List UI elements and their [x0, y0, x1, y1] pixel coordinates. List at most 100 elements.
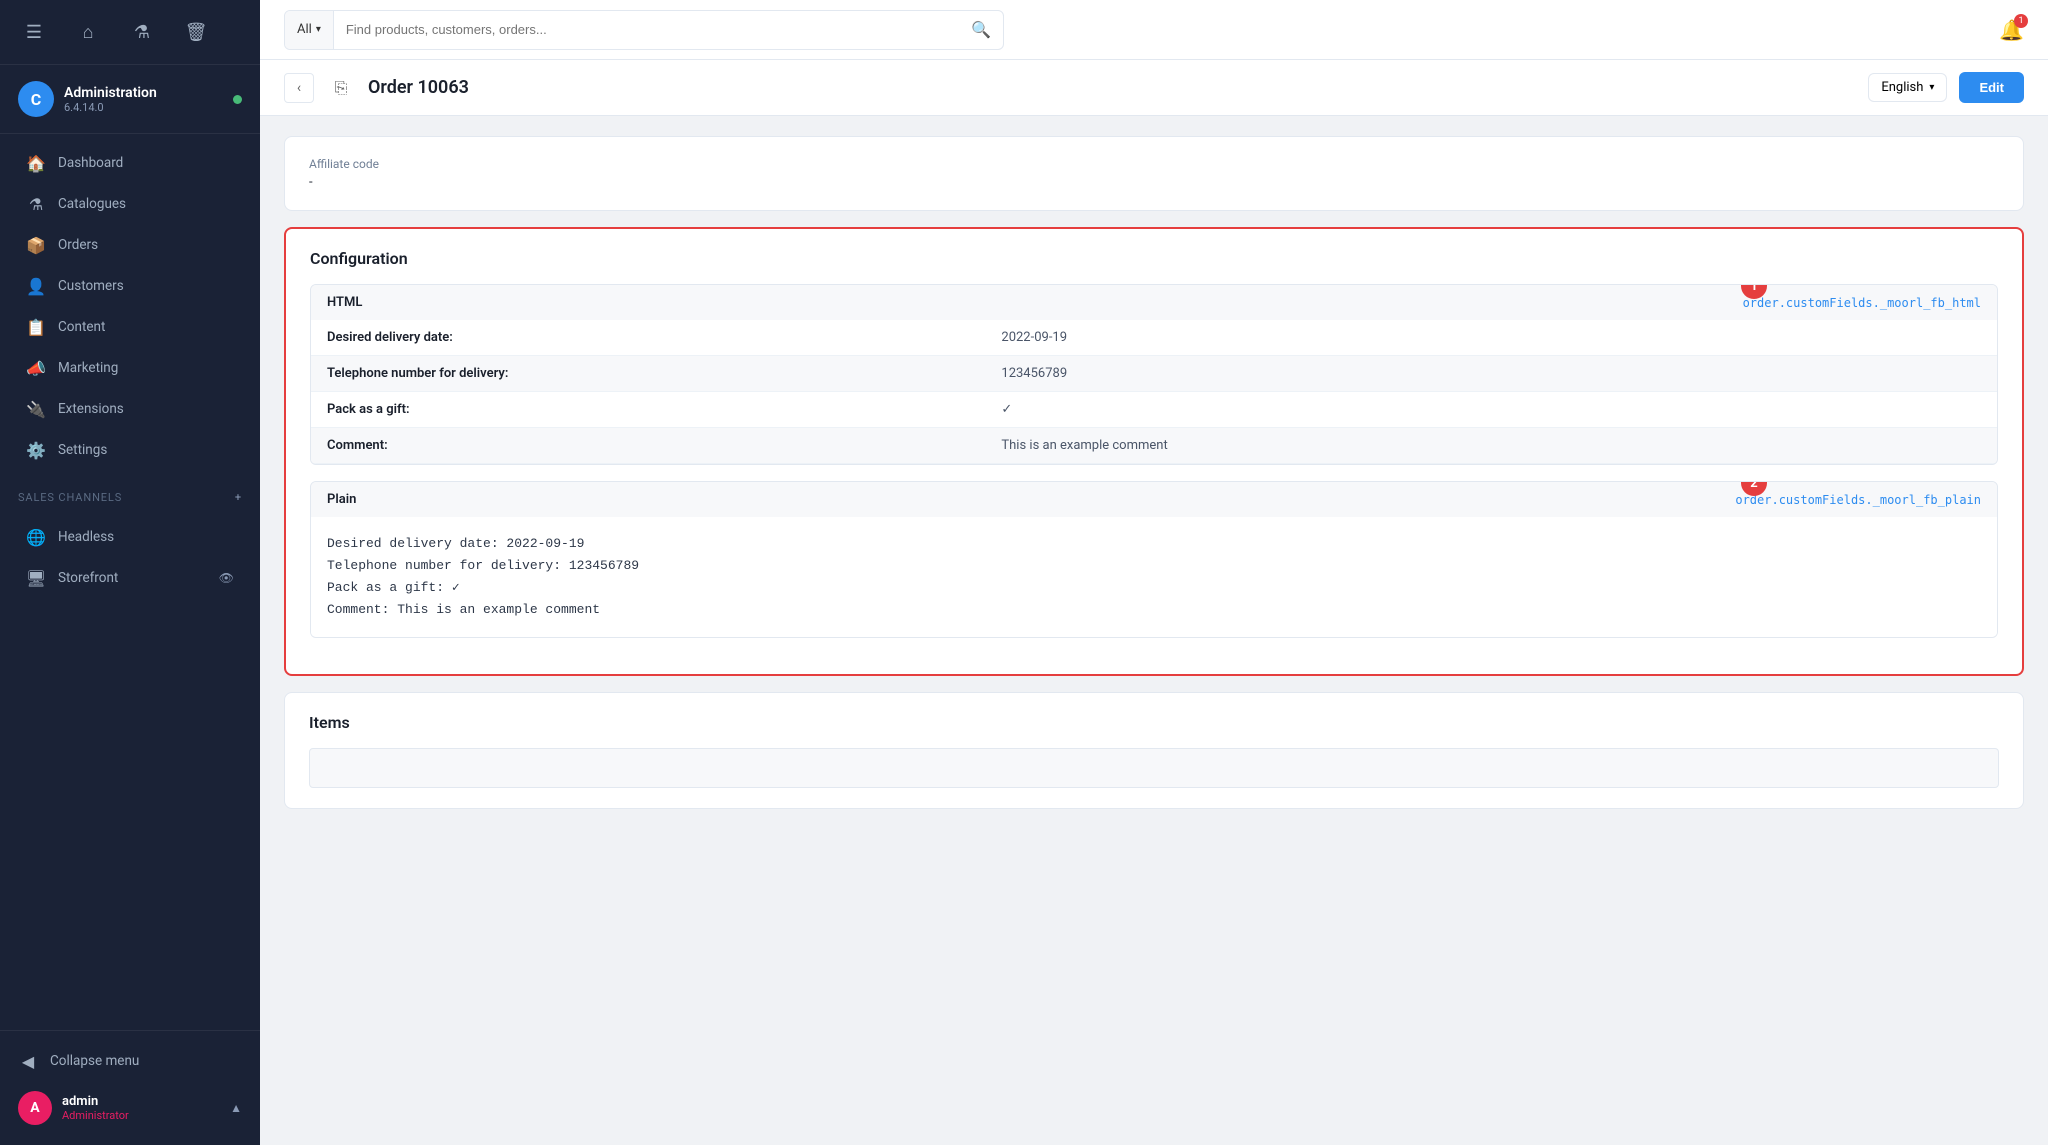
sidebar-item-label: Storefront	[58, 570, 118, 586]
plain-content: Desired delivery date: 2022-09-19 Teleph…	[311, 517, 1997, 637]
items-section: Items	[285, 693, 2023, 808]
plain-line: Telephone number for delivery: 123456789	[327, 555, 1981, 577]
content-area: ‹ ⎘ Order 10063 English ▾ Edit Affiliate…	[260, 60, 2048, 1145]
collapse-menu-button[interactable]: ◀ Collapse menu	[0, 1041, 260, 1081]
sidebar-home-icon[interactable]: ⌂	[70, 14, 106, 50]
brand-online-dot	[233, 95, 242, 104]
sidebar-item-label: Headless	[58, 529, 114, 545]
plain-block-header: Plain order.customFields._moorl_fb_plain…	[311, 482, 1997, 517]
table-row: Pack as a gift: ✓	[311, 392, 1997, 428]
html-block-header: HTML order.customFields._moorl_fb_html 1	[311, 285, 1997, 320]
storefront-visibility-icon[interactable]: 👁	[219, 571, 234, 585]
configuration-title: Configuration	[310, 249, 1998, 268]
plain-line: Pack as a gift: ✓	[327, 577, 1981, 599]
plain-type-label: Plain	[327, 492, 356, 507]
html-variable: order.customFields._moorl_fb_html	[1743, 296, 1981, 310]
page-title: Order 10063	[368, 77, 1856, 98]
table-cell-key: Desired delivery date:	[311, 320, 985, 356]
main-nav: 🏠 Dashboard ⚗ Catalogues 📦 Orders 👤 Cust…	[0, 134, 260, 479]
search-bar: All ▾ 🔍	[284, 10, 1004, 50]
sidebar-item-settings[interactable]: ⚙️ Settings	[8, 430, 252, 470]
search-filter-dropdown[interactable]: All ▾	[285, 11, 334, 49]
brand-name: Administration	[64, 85, 223, 101]
html-config-table: Desired delivery date: 2022-09-19 Teleph…	[311, 320, 1997, 464]
table-row: Telephone number for delivery: 123456789	[311, 356, 1997, 392]
settings-icon: ⚙️	[26, 440, 46, 460]
table-cell-value: This is an example comment	[985, 428, 1997, 464]
sidebar-item-extensions[interactable]: 🔌 Extensions	[8, 389, 252, 429]
sidebar-lab-icon[interactable]: ⚗	[124, 14, 160, 50]
content-icon: 📋	[26, 317, 46, 337]
configuration-card: Configuration HTML order.customFields._m…	[284, 227, 2024, 676]
sidebar-item-storefront[interactable]: 🖥 Storefront 👁	[8, 558, 252, 598]
storefront-icon: 🖥	[26, 568, 46, 588]
sidebar-item-catalogues[interactable]: ⚗ Catalogues	[8, 184, 252, 224]
back-button[interactable]: ‹	[284, 73, 314, 103]
affiliate-section: Affiliate code -	[285, 137, 2023, 210]
plain-variable: order.customFields._moorl_fb_plain	[1735, 493, 1981, 507]
marketing-icon: 📣	[26, 358, 46, 378]
notification-button[interactable]: 🔔 1	[1999, 18, 2024, 42]
items-title: Items	[309, 713, 1999, 732]
sidebar: ☰ ⌂ ⚗ 🗑 C Administration 6.4.14.0 🏠 Dash…	[0, 0, 260, 1145]
chevron-down-icon: ▾	[1929, 82, 1934, 93]
table-cell-value: 123456789	[985, 356, 1997, 392]
sidebar-menu-icon[interactable]: ☰	[16, 14, 52, 50]
sidebar-item-content[interactable]: 📋 Content	[8, 307, 252, 347]
plain-line: Desired delivery date: 2022-09-19	[327, 533, 1981, 555]
html-code-block: HTML order.customFields._moorl_fb_html 1…	[310, 284, 1998, 465]
brand-logo: C	[18, 81, 54, 117]
page-header: ‹ ⎘ Order 10063 English ▾ Edit	[260, 60, 2048, 116]
affiliate-card: Affiliate code -	[284, 136, 2024, 211]
brand-text: Administration 6.4.14.0	[64, 85, 223, 114]
sales-channels-label: Sales Channels +	[0, 479, 260, 508]
plain-text: Desired delivery date: 2022-09-19 Teleph…	[327, 533, 1981, 621]
brand-section: C Administration 6.4.14.0	[0, 65, 260, 134]
add-sales-channel-button[interactable]: +	[235, 491, 242, 504]
chevron-down-icon: ▾	[316, 24, 321, 35]
configuration-section: Configuration HTML order.customFields._m…	[286, 229, 2022, 674]
sidebar-item-label: Customers	[58, 278, 124, 294]
orders-icon: 📦	[26, 235, 46, 255]
user-info: admin Administrator	[62, 1094, 220, 1122]
plain-code-block: Plain order.customFields._moorl_fb_plain…	[310, 481, 1998, 638]
items-table	[309, 748, 1999, 788]
items-card: Items	[284, 692, 2024, 809]
table-row: Comment: This is an example comment	[311, 428, 1997, 464]
sidebar-item-label: Settings	[58, 442, 107, 458]
sidebar-item-label: Dashboard	[58, 155, 123, 171]
sidebar-item-label: Catalogues	[58, 196, 126, 212]
table-cell-key: Telephone number for delivery:	[311, 356, 985, 392]
copy-button[interactable]: ⎘	[326, 73, 356, 103]
extensions-icon: 🔌	[26, 399, 46, 419]
user-role: Administrator	[62, 1109, 220, 1122]
dashboard-icon: 🏠	[26, 153, 46, 173]
sales-channels-nav: 🌐 Headless 🖥 Storefront 👁	[0, 508, 260, 607]
search-input[interactable]	[334, 22, 959, 37]
table-cell-value: 2022-09-19	[985, 320, 1997, 356]
sidebar-item-label: Marketing	[58, 360, 118, 376]
user-name: admin	[62, 1094, 220, 1109]
page-content: Affiliate code - Configuration HTML orde…	[260, 116, 2048, 845]
user-section[interactable]: A admin Administrator ▲	[0, 1081, 260, 1135]
language-selector[interactable]: English ▾	[1868, 73, 1947, 102]
customers-icon: 👤	[26, 276, 46, 296]
table-cell-value: ✓	[985, 392, 1997, 428]
headless-icon: 🌐	[26, 527, 46, 547]
sidebar-item-marketing[interactable]: 📣 Marketing	[8, 348, 252, 388]
search-icon[interactable]: 🔍	[959, 20, 1003, 39]
affiliate-code-value: -	[309, 175, 1999, 190]
avatar: A	[18, 1091, 52, 1125]
sidebar-item-headless[interactable]: 🌐 Headless	[8, 517, 252, 557]
sidebar-item-label: Content	[58, 319, 105, 335]
collapse-icon: ◀	[18, 1051, 38, 1071]
edit-button[interactable]: Edit	[1959, 72, 2024, 103]
topbar: All ▾ 🔍 🔔 1	[260, 0, 2048, 60]
sidebar-item-orders[interactable]: 📦 Orders	[8, 225, 252, 265]
sidebar-item-customers[interactable]: 👤 Customers	[8, 266, 252, 306]
sidebar-top-icons: ☰ ⌂ ⚗ 🗑	[0, 0, 260, 65]
html-type-label: HTML	[327, 295, 362, 310]
sidebar-bottom: ◀ Collapse menu A admin Administrator ▲	[0, 1030, 260, 1145]
sidebar-item-dashboard[interactable]: 🏠 Dashboard	[8, 143, 252, 183]
sidebar-trash-icon[interactable]: 🗑	[178, 14, 214, 50]
